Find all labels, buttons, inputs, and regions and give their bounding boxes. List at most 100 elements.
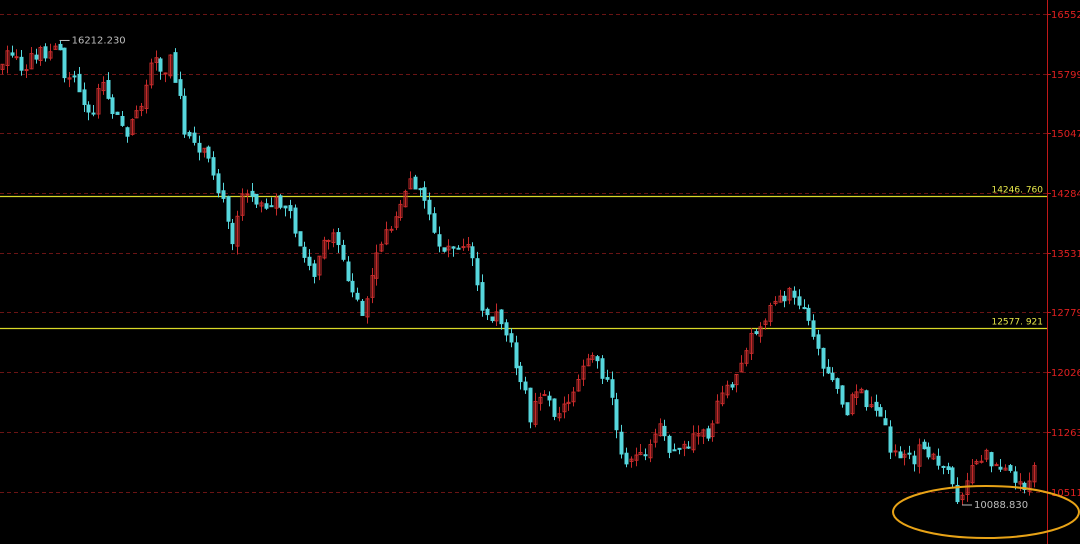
candle-body-down [451,246,456,249]
candle-body-down [34,54,39,60]
candle-body-down [293,207,298,234]
y-tick-label: 15047 [1051,129,1080,140]
y-tick-label: 13531 [1051,249,1080,260]
candle-body-down [989,452,994,467]
candle-body-down [178,79,183,96]
candle-body-down [730,384,735,388]
candle-body-down [907,452,912,455]
grid-lines [0,14,1047,493]
candle-body-down [254,193,259,205]
candle-body-down [845,402,850,416]
annotations: 16212.230 10088.830 [59,35,1080,539]
candle-body-down [485,308,490,316]
candle-body-down [816,334,821,349]
candle-body-down [437,234,442,247]
candle-body-down [288,205,293,212]
candle-body-up [24,69,29,72]
candle-body-down [91,112,96,115]
candle-body-down [221,190,226,199]
candle-body-down [614,399,619,431]
candles [0,40,1037,505]
candle-body-up [326,239,331,242]
candle-body-down [432,213,437,233]
candle-body-down [312,263,317,277]
high-annotation: 16212.230 [72,35,126,46]
candle-body-down [677,447,682,450]
candle-body-down [1013,471,1018,483]
candle-body-down [413,176,418,190]
candle-body-down [158,58,163,72]
candle-body-down [874,401,879,411]
candle-body-down [605,377,610,380]
candle-body-down [336,232,341,246]
candle-body-down [230,222,235,245]
candle-body-down [667,435,672,453]
candle-body-down [643,454,648,457]
candle-body-down [456,247,461,250]
candle-body-up [893,450,898,453]
candle-body-down [878,407,883,417]
candle-body-up [245,193,250,196]
candle-body-down [706,428,711,439]
candle-body-down [206,146,211,159]
candle-body-down [302,246,307,258]
candle-body-down [77,73,82,93]
candle-body-down [806,307,811,321]
candle-body-down [211,157,216,176]
candle-body-down [662,425,667,437]
candle-body-down [547,395,552,401]
candle-body-down [106,79,111,99]
candle-body-down [782,295,787,302]
level-lines: 14246. 760 12577. 921 [0,186,1047,330]
candle-body-down [19,56,24,71]
candle-body-down [552,398,557,417]
candle-body-down [250,190,255,197]
level-label: 12577. 921 [991,318,1043,328]
candle-body-down [792,290,797,298]
candle-body-down [216,173,221,194]
candle-body-down [360,300,365,316]
candle-body-down [350,280,355,293]
y-tick-label: 12779 [1051,308,1080,319]
candle-body-down [480,282,485,311]
candle-body-down [58,43,63,51]
candle-body-down [442,247,447,252]
candle-body-down [182,95,187,135]
y-tick-label: 12026 [1051,368,1080,379]
candle-body-down [509,333,514,343]
candle-body-down [936,455,941,466]
candle-body-down [518,365,523,383]
candle-body-down [802,307,807,310]
candle-body-up [994,464,999,467]
candle-body-down [941,465,946,468]
candle-body-down [840,385,845,405]
candle-body-up [461,246,466,249]
candle-body-down [888,426,893,453]
candle-body-down [528,387,533,423]
candle-body-down [490,316,495,322]
candle-body-down [226,196,231,222]
candle-body-down [264,203,269,209]
candle-body-down [43,46,48,59]
candle-body-down [115,111,120,115]
candle-body-down [82,89,87,106]
candle-body-down [269,205,274,208]
candle-body-down [427,199,432,215]
candle-body-up [163,72,168,75]
candlestick-chart: 14246. 760 12577. 921 16552 15799 15047 1428… [0,0,1080,544]
candle-body-down [422,187,427,201]
candle-body-down [926,446,931,458]
candle-body-down [192,132,197,143]
candle-body-down [1008,465,1013,471]
candle-body-down [62,47,67,79]
candle-body-down [864,390,869,408]
candle-body-down [619,431,624,455]
candle-body-down [120,116,125,126]
candle-body-down [754,331,759,334]
y-tick-label: 11263 [1051,428,1080,439]
candle-body-down [125,127,130,137]
candle-body-down [600,358,605,379]
candle-body-down [307,256,312,266]
candle-body-up [14,56,19,59]
candle-body-down [912,455,917,465]
